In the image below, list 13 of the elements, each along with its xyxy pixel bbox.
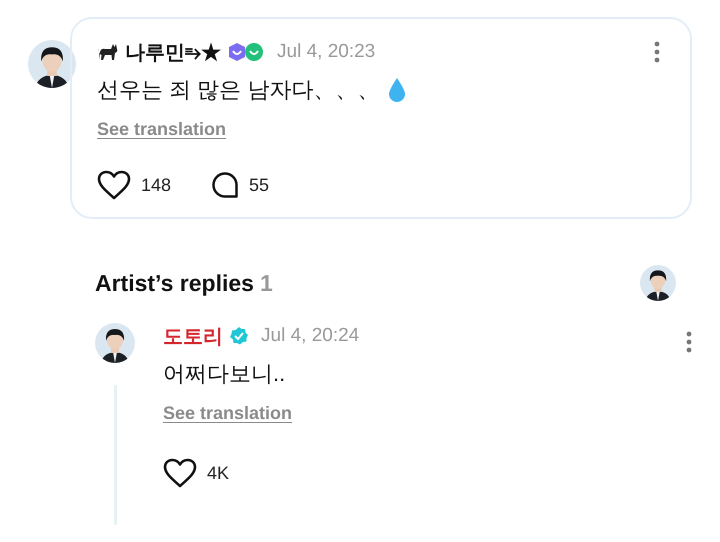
reply-count: 1: [260, 270, 273, 296]
username[interactable]: 나루민⥱★: [125, 38, 221, 66]
reply-text: 어쩌다보니..: [163, 360, 286, 388]
see-translation-link[interactable]: See translation: [163, 403, 292, 424]
see-translation-link[interactable]: See translation: [97, 119, 226, 140]
timestamp: Jul 4, 20:24: [261, 325, 360, 347]
reply-count: 55: [249, 174, 270, 196]
comment-text: 선우는 죄 많은 남자다、、、: [97, 76, 380, 104]
like-count: 4K: [207, 462, 230, 484]
timestamp: Jul 4, 20:23: [277, 41, 376, 63]
like-count: 148: [141, 174, 172, 196]
section-title: Artist’s replies: [95, 270, 254, 296]
username[interactable]: 도토리: [163, 322, 223, 350]
